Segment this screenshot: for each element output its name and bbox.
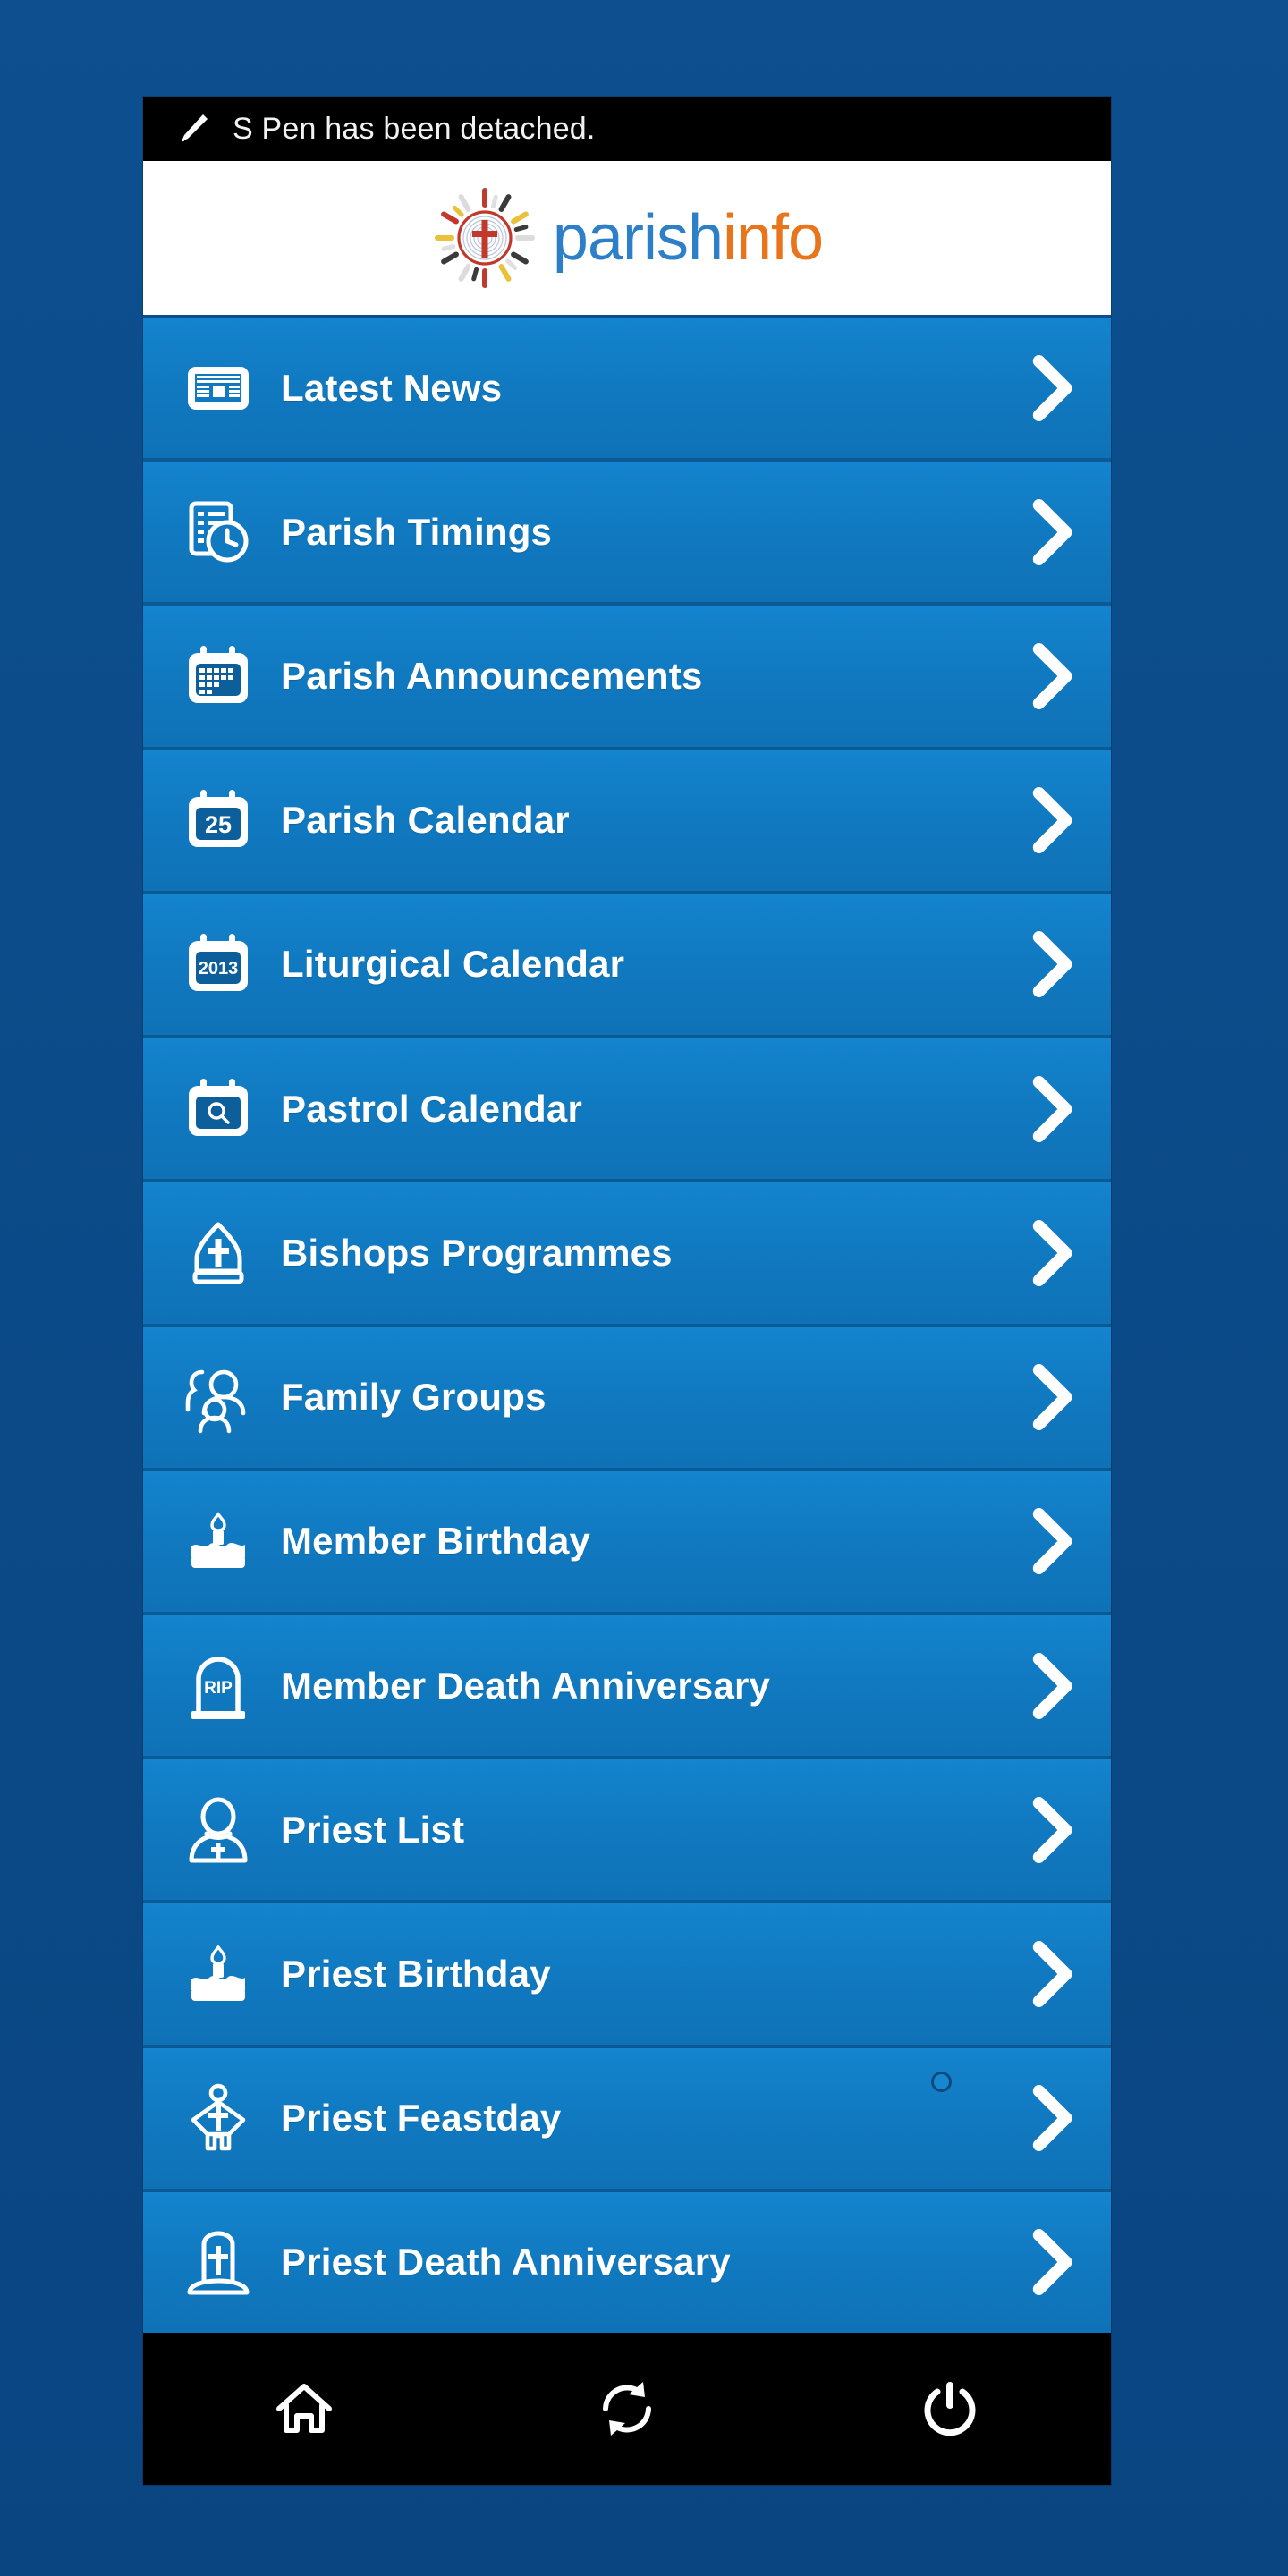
- menu-item-priest-birthday[interactable]: Priest Birthday: [143, 1903, 1111, 2048]
- tombstone-rip-icon: RIP: [175, 1643, 261, 1729]
- menu-item-family-groups[interactable]: Family Groups: [143, 1326, 1111, 1471]
- menu-item-pastrol-calendar[interactable]: Pastrol Calendar: [143, 1038, 1111, 1183]
- calendar-grid-icon: [175, 633, 261, 719]
- menu-item-member-death-anniversary[interactable]: RIP Member Death Anniversary: [143, 1614, 1111, 1760]
- chevron-right-icon: [1032, 1941, 1072, 2008]
- chevron-right-icon: [1032, 643, 1072, 710]
- brand-word-info: info: [723, 202, 824, 274]
- refresh-button[interactable]: [466, 2333, 789, 2485]
- calendar-year-number: 2013: [199, 959, 239, 979]
- menu-item-label: Priest Birthday: [281, 1953, 551, 1996]
- refresh-icon: [603, 2382, 651, 2436]
- brand-wordmark: parishinfo: [553, 206, 824, 270]
- menu-item-priest-list[interactable]: Priest List: [143, 1759, 1111, 1904]
- power-icon: [924, 2382, 976, 2436]
- calendar-25-icon: 25: [175, 777, 261, 863]
- menu-item-label: Priest List: [281, 1808, 465, 1851]
- menu-item-label: Parish Timings: [281, 510, 553, 553]
- brand-word-parish: parish: [552, 202, 724, 274]
- menu-item-label: Member Death Anniversary: [281, 1664, 771, 1707]
- home-button[interactable]: [143, 2333, 466, 2485]
- calendar-day-number: 25: [205, 811, 232, 838]
- newspaper-icon: [175, 345, 261, 431]
- menu-item-parish-calendar[interactable]: 25 Parish Calendar: [143, 750, 1111, 894]
- menu-item-label: Bishops Programmes: [281, 1231, 673, 1274]
- document-clock-icon: [175, 489, 261, 575]
- menu-item-label: Parish Announcements: [281, 655, 703, 698]
- brand-logo: parishinfo: [431, 184, 824, 292]
- menu-item-label: Pastrol Calendar: [281, 1087, 582, 1130]
- menu-item-label: Family Groups: [281, 1376, 547, 1419]
- mitre-cross-icon: [175, 1210, 261, 1296]
- menu-item-parish-announcements[interactable]: Parish Announcements: [143, 606, 1111, 750]
- bottom-navigation-bar: [143, 2333, 1111, 2485]
- chevron-right-icon: [1032, 1796, 1072, 1863]
- menu-item-priest-feastday[interactable]: Priest Feastday: [143, 2047, 1111, 2192]
- chevron-right-icon: [1032, 787, 1072, 854]
- menu-item-latest-news[interactable]: Latest News: [143, 318, 1111, 462]
- phone-screen: S Pen has been detached. parishinfo Late…: [143, 97, 1111, 2485]
- chevron-right-icon: [1032, 354, 1072, 421]
- home-icon: [276, 2384, 333, 2433]
- menu-item-label: Priest Death Anniversary: [281, 2241, 731, 2284]
- menu-item-label: Member Birthday: [281, 1520, 591, 1563]
- chevron-right-icon: [1032, 2229, 1072, 2296]
- birthday-cake-icon: [175, 1498, 261, 1584]
- app-logo-header: parishinfo: [143, 161, 1111, 318]
- menu-item-bishops-programmes[interactable]: Bishops Programmes: [143, 1182, 1111, 1327]
- s-pen-icon: [181, 114, 208, 142]
- power-button[interactable]: [788, 2333, 1111, 2485]
- chevron-right-icon: [1032, 1219, 1072, 1286]
- birthday-cake-icon: [175, 1931, 261, 2017]
- family-group-icon: [175, 1354, 261, 1440]
- main-menu-list: Latest News Parish Timings Parish Announ…: [143, 318, 1111, 2333]
- chevron-right-icon: [1032, 498, 1072, 565]
- status-message: S Pen has been detached.: [233, 111, 596, 146]
- menu-item-label: Parish Calendar: [281, 799, 570, 842]
- menu-item-label: Priest Feastday: [281, 2097, 562, 2140]
- menu-item-member-birthday[interactable]: Member Birthday: [143, 1470, 1111, 1615]
- menu-item-label: Liturgical Calendar: [281, 943, 625, 986]
- priest-person-icon: [175, 1787, 261, 1873]
- status-notification-bar: S Pen has been detached.: [143, 97, 1111, 161]
- chevron-right-icon: [1032, 2085, 1072, 2152]
- parish-cross-logo-icon: [434, 188, 535, 288]
- gravestone-cross-icon: [175, 2219, 261, 2305]
- menu-item-liturgical-calendar[interactable]: 2013 Liturgical Calendar: [143, 894, 1111, 1039]
- chevron-right-icon: [1032, 1364, 1072, 1431]
- chevron-right-icon: [1032, 1508, 1072, 1575]
- menu-item-label: Latest News: [281, 366, 503, 409]
- calendar-search-icon: [175, 1066, 261, 1152]
- priest-vestment-cross-icon: [175, 2075, 261, 2161]
- touch-indicator-dot: [931, 2071, 952, 2092]
- tombstone-rip-text: RIP: [204, 1679, 233, 1698]
- chevron-right-icon: [1032, 1652, 1072, 1719]
- menu-item-priest-death-anniversary[interactable]: Priest Death Anniversary: [143, 2191, 1111, 2333]
- menu-item-parish-timings[interactable]: Parish Timings: [143, 462, 1111, 606]
- chevron-right-icon: [1032, 931, 1072, 998]
- calendar-2013-icon: 2013: [175, 921, 261, 1007]
- chevron-right-icon: [1032, 1075, 1072, 1142]
